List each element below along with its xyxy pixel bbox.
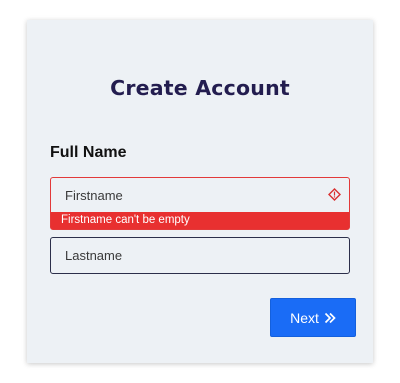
firstname-input-area: [51, 178, 349, 212]
next-button-label: Next: [290, 309, 319, 326]
create-account-card: Create Account Full Name Firstname can't…: [27, 20, 373, 363]
firstname-input[interactable]: [51, 178, 349, 212]
page-title: Create Account: [110, 76, 290, 100]
full-name-label: Full Name: [50, 144, 127, 161]
lastname-input[interactable]: [51, 238, 349, 273]
lastname-field: [50, 237, 350, 274]
next-button[interactable]: Next: [270, 298, 356, 337]
double-chevron-right-icon: [324, 312, 336, 324]
firstname-field: Firstname can't be empty: [50, 177, 350, 230]
warning-diamond-icon: [328, 188, 341, 201]
firstname-error-message: Firstname can't be empty: [61, 214, 190, 226]
